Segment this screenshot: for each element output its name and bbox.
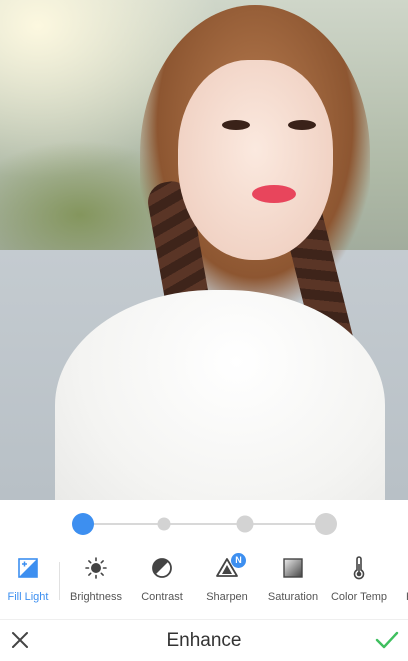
face <box>178 60 333 260</box>
partial-tool-icon <box>390 548 408 588</box>
bottom-bar: Enhance <box>0 619 408 661</box>
photo-preview <box>0 0 408 500</box>
white-blouse <box>55 290 385 500</box>
slider-track <box>84 523 326 525</box>
tool-divider <box>59 562 60 600</box>
slider-thumb[interactable] <box>72 513 94 535</box>
slider-stop-3[interactable] <box>236 515 254 533</box>
tool-sharpen[interactable]: N Sharpen <box>202 548 252 616</box>
tool-saturation[interactable]: Saturation <box>264 548 322 616</box>
screen-title: Enhance <box>166 630 242 651</box>
color-temp-icon <box>339 548 379 588</box>
tool-label: Color Temp <box>330 591 388 603</box>
tool-color-temp[interactable]: Color Temp <box>328 548 390 616</box>
slider-stop-4[interactable] <box>315 513 337 535</box>
left-eye <box>222 120 250 130</box>
contrast-icon <box>142 548 182 588</box>
tool-label: Contrast <box>141 591 183 603</box>
tool-label: Brightness <box>70 591 122 603</box>
tool-label: Sharpen <box>206 591 248 603</box>
tool-label: Saturation <box>267 591 319 603</box>
lips <box>252 185 296 203</box>
enhance-intensity-slider[interactable] <box>0 500 408 548</box>
slider-stop-2[interactable] <box>157 517 171 531</box>
tool-partial[interactable]: H <box>400 548 408 616</box>
brightness-icon <box>76 548 116 588</box>
right-eye <box>288 120 316 130</box>
tool-label: Fill Light <box>7 591 49 603</box>
checkmark-icon[interactable] <box>374 628 400 652</box>
tool-contrast[interactable]: Contrast <box>136 548 188 616</box>
enhance-tool-row: Fill Light Brightness Contrast N Sharpen… <box>0 548 408 616</box>
tool-fill-light[interactable]: Fill Light <box>4 548 52 616</box>
tool-brightness[interactable]: Brightness <box>66 548 126 616</box>
saturation-icon <box>273 548 313 588</box>
new-badge: N <box>231 553 246 568</box>
sharpen-icon: N <box>207 548 247 588</box>
fill-light-icon <box>8 548 48 588</box>
